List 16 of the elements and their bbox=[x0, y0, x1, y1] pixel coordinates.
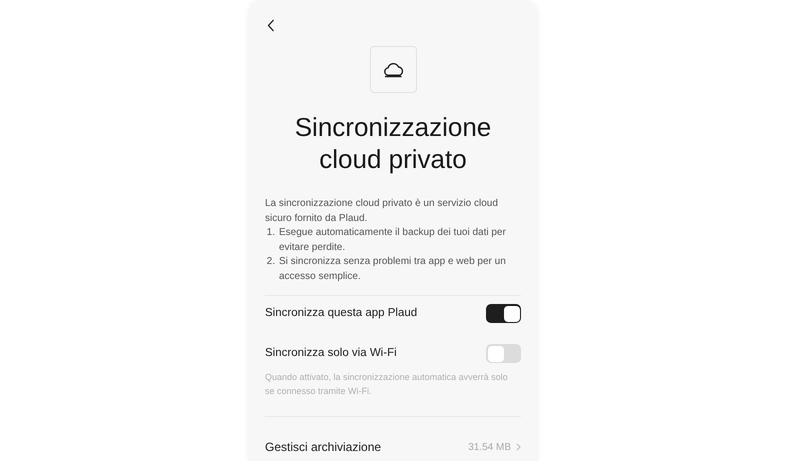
back-icon bbox=[267, 18, 275, 32]
storage-value-link[interactable]: 31.54 MB bbox=[468, 440, 521, 454]
storage-label: Gestisci archiviazione bbox=[265, 439, 382, 456]
page-title: Sincronizzazione cloud privato bbox=[294, 111, 492, 175]
feature-text: Esegue automaticamente il backup dei tuoi dati per evitare perdite. bbox=[278, 226, 507, 254]
description: La sincronizzazione cloud privato è un servizio cloud sicuro fornito da Plaud. bbox=[265, 197, 499, 226]
list-number: 2. bbox=[266, 255, 276, 269]
setting-label: Sincronizza solo via Wi-Fi bbox=[265, 346, 397, 361]
chevron-icon bbox=[516, 443, 521, 451]
setting-hint: Quando attivato, la sincronizzazione automatica avverrà solo se connesso tramite Wi-Fi. bbox=[265, 371, 509, 398]
feature-text: Si sincronizza senza problemi tra app e web per un accesso semplice. bbox=[278, 255, 507, 284]
setting-label: Sincronizza questa app Plaud bbox=[265, 306, 418, 321]
toggle-switch[interactable] bbox=[486, 344, 521, 363]
cloud-icon bbox=[382, 62, 404, 78]
toggle-switch[interactable] bbox=[486, 304, 521, 323]
list-number: 1. bbox=[266, 226, 276, 240]
